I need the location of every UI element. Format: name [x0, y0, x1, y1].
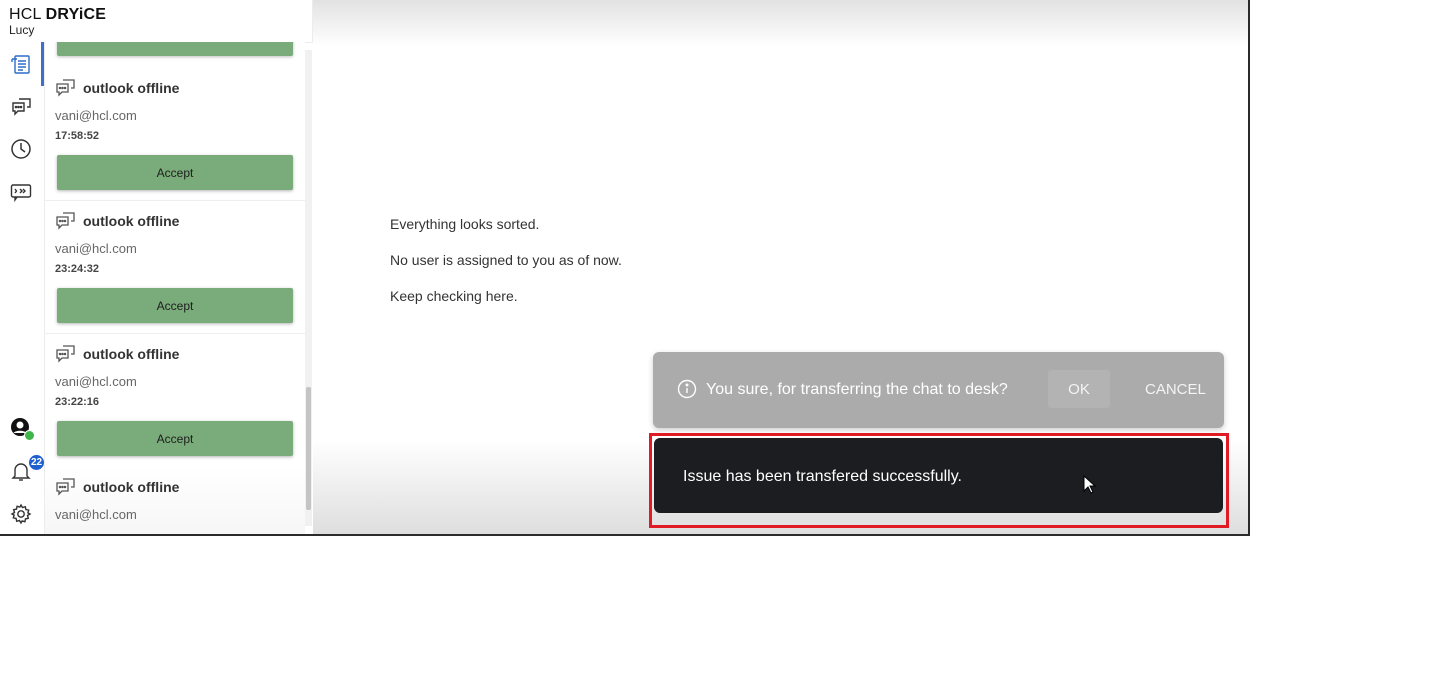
- chat-time: 23:22:16: [55, 396, 100, 408]
- chat-bubbles-icon: [56, 478, 75, 496]
- chat-bubbles-icon: [56, 79, 75, 97]
- logo-dryice: DRYiCE: [45, 6, 107, 23]
- chat-bubbles-icon: [56, 345, 75, 363]
- chat-title: outlook offline: [83, 479, 180, 495]
- toast-message: Issue has been transfered successfully.: [683, 468, 962, 485]
- logo-hcl: HCL: [9, 6, 42, 23]
- notification-badge: 22: [29, 455, 44, 470]
- chat-bubbles-icon[interactable]: [9, 95, 33, 119]
- chat-email: vani@hcl.com: [55, 241, 137, 256]
- chat-time: 23:24:32: [55, 263, 100, 275]
- chat-card-header: outlook offline: [55, 77, 179, 99]
- brand-logo: HCL DRYiCE: [9, 6, 106, 23]
- notifications-bell-icon[interactable]: 22: [9, 455, 44, 483]
- empty-state-line-2: No user is assigned to you as of now.: [390, 252, 622, 268]
- settings-gear-icon[interactable]: [9, 502, 33, 526]
- empty-state-line-3: Keep checking here.: [390, 288, 518, 304]
- top-band: [313, 0, 1248, 46]
- online-status-dot: [24, 430, 35, 441]
- agent-status-icon[interactable]: [9, 416, 35, 441]
- chat-title: outlook offline: [83, 346, 180, 362]
- chat-time: 17:58:52: [55, 130, 100, 142]
- chat-card[interactable]: outlook offline vani@hcl.com: [45, 466, 305, 534]
- chat-email: vani@hcl.com: [55, 507, 137, 522]
- info-icon: [677, 379, 697, 399]
- mouse-cursor-icon: [1083, 475, 1097, 494]
- chat-bubbles-icon: [56, 212, 75, 230]
- transfer-confirm-snackbar: You sure, for transferring the chat to d…: [653, 352, 1224, 428]
- brand-header: HCL DRYiCE Lucy: [0, 0, 313, 43]
- chat-email: vani@hcl.com: [55, 108, 137, 123]
- transfer-chat-icon[interactable]: [9, 180, 33, 204]
- brand-subtitle: Lucy: [9, 23, 35, 37]
- chat-title: outlook offline: [83, 80, 180, 96]
- history-clock-icon[interactable]: [9, 137, 33, 161]
- chat-card-header: outlook offline: [55, 343, 179, 365]
- active-indicator: [41, 42, 44, 86]
- accept-button[interactable]: Accept: [57, 155, 293, 190]
- chat-title: outlook offline: [83, 213, 180, 229]
- chat-card[interactable]: outlook offline vani@hcl.com 23:22:16 Ac…: [45, 333, 305, 467]
- chat-card-header: outlook offline: [55, 476, 179, 498]
- chat-list-scrollbar[interactable]: [305, 50, 312, 526]
- chat-card[interactable]: outlook offline vani@hcl.com 23:24:32 Ac…: [45, 200, 305, 334]
- icon-rail: 22: [0, 42, 45, 534]
- confirm-question: You sure, for transferring the chat to d…: [706, 381, 1008, 398]
- accept-button-partial[interactable]: [57, 42, 293, 56]
- chat-email: vani@hcl.com: [55, 374, 137, 389]
- success-toast: Issue has been transfered successfully.: [654, 438, 1223, 513]
- accept-button[interactable]: Accept: [57, 421, 293, 456]
- chat-card-header: outlook offline: [55, 210, 179, 232]
- ok-button[interactable]: OK: [1048, 370, 1110, 408]
- cancel-button[interactable]: CANCEL: [1139, 370, 1209, 408]
- empty-state-line-1: Everything looks sorted.: [390, 216, 540, 232]
- scrollbar-thumb[interactable]: [306, 387, 311, 510]
- chat-queue-list: outlook offline vani@hcl.com 17:58:52 Ac…: [45, 42, 305, 534]
- chat-list-icon[interactable]: [9, 52, 33, 76]
- accept-button[interactable]: Accept: [57, 288, 293, 323]
- chat-card[interactable]: outlook offline vani@hcl.com 17:58:52 Ac…: [45, 67, 305, 201]
